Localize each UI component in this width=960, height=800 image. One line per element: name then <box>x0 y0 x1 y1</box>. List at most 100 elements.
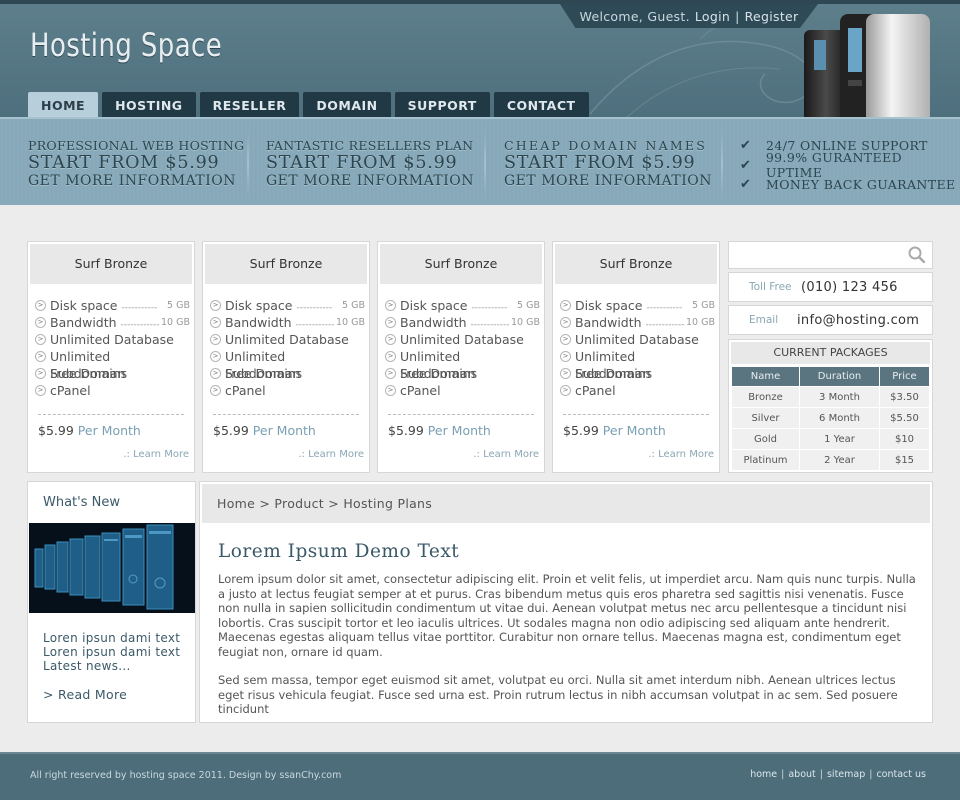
tollfree-label: Toll Free <box>749 281 792 293</box>
promo-divider <box>484 131 486 197</box>
feature-bandwidth: > Bandwidth ------------ 10 GB <box>209 314 365 331</box>
arrow-bullet-icon: > <box>385 368 396 379</box>
arrow-bullet-icon: > <box>560 334 571 345</box>
feature-cpanel: > cPanel <box>209 382 365 399</box>
package-title: Surf Bronze <box>380 244 542 284</box>
arrow-bullet-icon: > <box>560 300 571 311</box>
divider <box>388 414 534 415</box>
promo-more-info: GET MORE INFORMATION <box>504 173 713 189</box>
packages-table: Name Duration Price Bronze 3 Month $3.50 S… <box>731 366 930 471</box>
package-price: $5.99 Per Month <box>388 423 491 438</box>
page-title: Lorem Ipsum Demo Text <box>218 541 460 562</box>
arrow-bullet-icon: > <box>35 300 46 311</box>
feature-subdomains: > Unlimited Subdomains <box>384 348 540 381</box>
server-rack-image <box>29 523 195 613</box>
package-price: $5.99 Per Month <box>38 423 141 438</box>
footer-link-home[interactable]: home <box>750 769 777 780</box>
package-card: Surf Bronze > Disk space ----------- 5 GB … <box>377 241 545 473</box>
feature-disk: > Disk space ----------- 5 GB <box>34 297 190 314</box>
arrow-bullet-icon: > <box>385 385 396 396</box>
tollfree-number: (010) 123 456 <box>801 279 898 295</box>
server-image <box>804 14 930 124</box>
search-icon[interactable] <box>908 246 925 263</box>
feature-database: > Unlimited Database <box>34 331 190 348</box>
package-price: $5.99 Per Month <box>563 423 666 438</box>
arrow-bullet-icon: > <box>210 317 221 328</box>
package-card: Surf Bronze > Disk space ----------- 5 GB … <box>27 241 195 473</box>
learn-more-link[interactable]: .: Learn More <box>298 449 364 460</box>
site-logo[interactable]: Hosting Space <box>30 26 222 64</box>
tollfree-box: Toll Free (010) 123 456 <box>728 272 933 302</box>
arrow-bullet-icon: > <box>35 368 46 379</box>
promo-title: FANTASTIC RESELLERS PLAN <box>266 138 474 153</box>
footer-link-contact[interactable]: contact us <box>876 769 926 780</box>
arrow-bullet-icon: > <box>560 368 571 379</box>
column-header: Price <box>879 366 930 387</box>
main-nav: HOME HOSTING RESELLER DOMAIN SUPPORT CON… <box>28 92 589 117</box>
nav-home[interactable]: HOME <box>28 92 99 117</box>
nav-contact[interactable]: CONTACT <box>493 92 589 117</box>
package-features: > Disk space ----------- 5 GB > Bandwidth -… <box>559 297 719 399</box>
feature-subdomains: > Unlimited Subdomains <box>209 348 365 381</box>
promo-hosting[interactable]: PROFESSIONAL WEB HOSTING START FROM $5.9… <box>28 138 244 189</box>
search-box <box>728 241 933 269</box>
email-box: Email info@hosting.com <box>728 305 933 335</box>
feature-bandwidth: > Bandwidth ------------ 10 GB <box>34 314 190 331</box>
feature-database: > Unlimited Database <box>384 331 540 348</box>
nav-support[interactable]: SUPPORT <box>394 92 490 117</box>
promo-divider <box>247 131 249 197</box>
current-packages: CURRENT PACKAGES Name Duration Price Bro… <box>728 339 933 473</box>
promo-more-info: GET MORE INFORMATION <box>28 173 237 189</box>
package-title: Surf Bronze <box>30 244 192 284</box>
package-features: > Disk space ----------- 5 GB > Bandwidth -… <box>384 297 544 399</box>
table-row: Gold 1 Year $10 <box>731 428 930 450</box>
check-icon: ✔ <box>740 157 752 173</box>
footer-links: home | about | sitemap | contact us <box>750 769 926 780</box>
arrow-bullet-icon: > <box>385 300 396 311</box>
main-content: Home > Product > Hosting Plans Lorem Ips… <box>199 481 933 723</box>
feature-database: > Unlimited Database <box>209 331 365 348</box>
learn-more-link[interactable]: .: Learn More <box>648 449 714 460</box>
site-footer: All right reserved by hosting space 2011… <box>0 752 960 800</box>
welcome-text: Welcome, Guest. <box>579 8 690 24</box>
nav-hosting[interactable]: HOSTING <box>102 92 196 117</box>
table-row: Silver 6 Month $5.50 <box>731 407 930 429</box>
feature-subdomains: > Unlimited Subdomains <box>34 348 190 381</box>
table-row: Platinum 2 Year $15 <box>731 449 930 471</box>
register-link[interactable]: Register <box>745 9 799 24</box>
package-title: Surf Bronze <box>205 244 367 284</box>
promo-reseller[interactable]: FANTASTIC RESELLERS PLAN START FROM $5.9… <box>266 138 474 189</box>
feature-domain: > Free Doman <box>559 365 715 382</box>
divider <box>563 414 709 415</box>
feature-disk: > Disk space ----------- 5 GB <box>209 297 365 314</box>
feature-item: ✔ 99.9% GURANTEED UPTIME <box>740 150 903 181</box>
breadcrumb: Home > Product > Hosting Plans <box>202 484 930 523</box>
promo-title: CHEAP DOMAIN NAMES <box>504 138 707 153</box>
package-title: Surf Bronze <box>555 244 717 284</box>
nav-reseller[interactable]: RESELLER <box>199 92 300 117</box>
user-bar: Welcome, Guest. Login | Register <box>560 4 818 28</box>
package-price: $5.99 Per Month <box>213 423 316 438</box>
packages-title: CURRENT PACKAGES <box>731 342 930 364</box>
arrow-bullet-icon: > <box>35 317 46 328</box>
read-more-link[interactable]: > Read More <box>43 687 127 702</box>
package-card: Surf Bronze > Disk space ----------- 5 GB … <box>202 241 370 473</box>
package-card: Surf Bronze > Disk space ----------- 5 GB … <box>552 241 720 473</box>
footer-link-about[interactable]: about <box>788 769 815 780</box>
feature-item: ✔ MONEY BACK GUARANTEE <box>740 177 956 193</box>
arrow-bullet-icon: > <box>560 317 571 328</box>
promo-divider <box>721 131 723 197</box>
user-bar-separator: | <box>735 8 740 24</box>
email-address[interactable]: info@hosting.com <box>797 313 919 328</box>
nav-domain[interactable]: DOMAIN <box>303 92 391 117</box>
login-link[interactable]: Login <box>695 9 730 24</box>
decorative-swirl <box>589 18 815 117</box>
arrow-bullet-icon: > <box>560 385 571 396</box>
learn-more-link[interactable]: .: Learn More <box>473 449 539 460</box>
learn-more-link[interactable]: .: Learn More <box>123 449 189 460</box>
promo-price: START FROM $5.99 <box>504 153 696 173</box>
footer-link-sitemap[interactable]: sitemap <box>827 769 865 780</box>
search-input[interactable] <box>729 242 899 268</box>
feature-cpanel: > cPanel <box>34 382 190 399</box>
promo-domain[interactable]: CHEAP DOMAIN NAMES START FROM $5.99 GET … <box>504 138 712 189</box>
